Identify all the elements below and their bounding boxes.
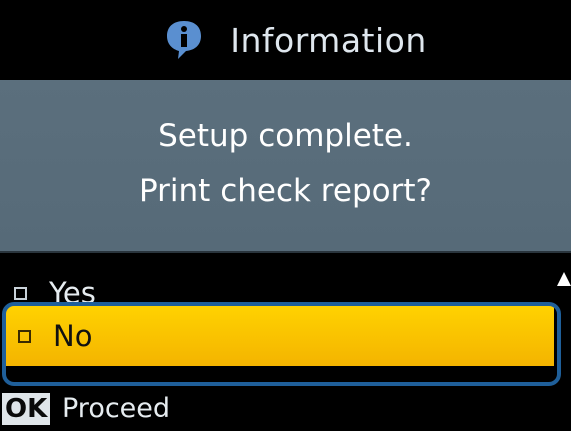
printer-lcd-screen: Information Setup complete. Print check …	[0, 0, 571, 431]
info-speech-bubble-icon	[167, 21, 202, 59]
message-line-2: Print check report?	[139, 173, 432, 209]
title-wrap: Information	[164, 18, 427, 62]
scroll-up-arrow-icon	[557, 272, 571, 286]
selection-highlight-outline	[2, 302, 561, 386]
proceed-hint: Proceed	[62, 393, 171, 424]
hint-bar: OK Proceed	[0, 390, 571, 431]
message-area: Setup complete. Print check report?	[0, 80, 571, 251]
ok-key-label: OK	[2, 393, 51, 425]
message-line-1: Setup complete.	[158, 118, 413, 154]
title-bar: Information	[0, 0, 571, 80]
bullet-icon	[14, 286, 27, 300]
dialog-title: Information	[230, 20, 427, 60]
